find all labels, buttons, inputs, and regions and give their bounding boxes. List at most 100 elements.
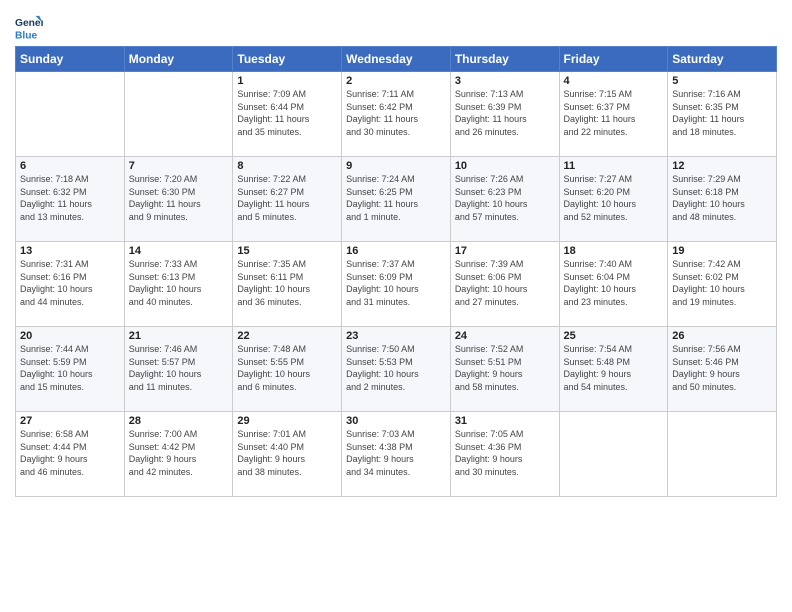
calendar-cell: 6Sunrise: 7:18 AM Sunset: 6:32 PM Daylig… — [16, 157, 125, 242]
day-number: 2 — [346, 75, 446, 87]
week-row-4: 20Sunrise: 7:44 AM Sunset: 5:59 PM Dayli… — [16, 327, 777, 412]
calendar-cell: 29Sunrise: 7:01 AM Sunset: 4:40 PM Dayli… — [233, 412, 342, 497]
day-number: 31 — [455, 415, 555, 427]
day-info: Sunrise: 7:56 AM Sunset: 5:46 PM Dayligh… — [672, 343, 772, 393]
day-number: 4 — [564, 75, 664, 87]
calendar-cell: 20Sunrise: 7:44 AM Sunset: 5:59 PM Dayli… — [16, 327, 125, 412]
day-number: 28 — [129, 415, 229, 427]
calendar-cell: 7Sunrise: 7:20 AM Sunset: 6:30 PM Daylig… — [124, 157, 233, 242]
day-info: Sunrise: 7:44 AM Sunset: 5:59 PM Dayligh… — [20, 343, 120, 393]
svg-text:General: General — [15, 18, 43, 29]
calendar-cell: 9Sunrise: 7:24 AM Sunset: 6:25 PM Daylig… — [342, 157, 451, 242]
day-info: Sunrise: 7:03 AM Sunset: 4:38 PM Dayligh… — [346, 428, 446, 478]
day-info: Sunrise: 7:33 AM Sunset: 6:13 PM Dayligh… — [129, 258, 229, 308]
col-header-wednesday: Wednesday — [342, 47, 451, 72]
day-number: 26 — [672, 330, 772, 342]
day-info: Sunrise: 7:37 AM Sunset: 6:09 PM Dayligh… — [346, 258, 446, 308]
week-row-2: 6Sunrise: 7:18 AM Sunset: 6:32 PM Daylig… — [16, 157, 777, 242]
day-info: Sunrise: 7:50 AM Sunset: 5:53 PM Dayligh… — [346, 343, 446, 393]
calendar-cell: 4Sunrise: 7:15 AM Sunset: 6:37 PM Daylig… — [559, 72, 668, 157]
week-row-3: 13Sunrise: 7:31 AM Sunset: 6:16 PM Dayli… — [16, 242, 777, 327]
day-info: Sunrise: 7:22 AM Sunset: 6:27 PM Dayligh… — [237, 173, 337, 223]
logo: General Blue — [15, 14, 47, 42]
day-number: 27 — [20, 415, 120, 427]
day-number: 16 — [346, 245, 446, 257]
day-number: 17 — [455, 245, 555, 257]
calendar-cell: 26Sunrise: 7:56 AM Sunset: 5:46 PM Dayli… — [668, 327, 777, 412]
day-number: 24 — [455, 330, 555, 342]
day-info: Sunrise: 7:31 AM Sunset: 6:16 PM Dayligh… — [20, 258, 120, 308]
calendar-cell: 10Sunrise: 7:26 AM Sunset: 6:23 PM Dayli… — [450, 157, 559, 242]
day-info: Sunrise: 7:09 AM Sunset: 6:44 PM Dayligh… — [237, 88, 337, 138]
calendar-cell: 11Sunrise: 7:27 AM Sunset: 6:20 PM Dayli… — [559, 157, 668, 242]
col-header-tuesday: Tuesday — [233, 47, 342, 72]
day-info: Sunrise: 7:13 AM Sunset: 6:39 PM Dayligh… — [455, 88, 555, 138]
col-header-sunday: Sunday — [16, 47, 125, 72]
day-number: 29 — [237, 415, 337, 427]
calendar-cell: 22Sunrise: 7:48 AM Sunset: 5:55 PM Dayli… — [233, 327, 342, 412]
day-number: 19 — [672, 245, 772, 257]
day-info: Sunrise: 7:20 AM Sunset: 6:30 PM Dayligh… — [129, 173, 229, 223]
calendar-cell: 17Sunrise: 7:39 AM Sunset: 6:06 PM Dayli… — [450, 242, 559, 327]
calendar-cell — [559, 412, 668, 497]
day-info: Sunrise: 7:39 AM Sunset: 6:06 PM Dayligh… — [455, 258, 555, 308]
week-row-1: 1Sunrise: 7:09 AM Sunset: 6:44 PM Daylig… — [16, 72, 777, 157]
calendar-cell: 25Sunrise: 7:54 AM Sunset: 5:48 PM Dayli… — [559, 327, 668, 412]
calendar-cell: 5Sunrise: 7:16 AM Sunset: 6:35 PM Daylig… — [668, 72, 777, 157]
day-number: 11 — [564, 160, 664, 172]
day-number: 8 — [237, 160, 337, 172]
day-number: 25 — [564, 330, 664, 342]
day-info: Sunrise: 7:42 AM Sunset: 6:02 PM Dayligh… — [672, 258, 772, 308]
day-number: 13 — [20, 245, 120, 257]
day-number: 3 — [455, 75, 555, 87]
day-number: 20 — [20, 330, 120, 342]
calendar-cell: 27Sunrise: 6:58 AM Sunset: 4:44 PM Dayli… — [16, 412, 125, 497]
day-info: Sunrise: 7:24 AM Sunset: 6:25 PM Dayligh… — [346, 173, 446, 223]
day-number: 5 — [672, 75, 772, 87]
day-info: Sunrise: 7:27 AM Sunset: 6:20 PM Dayligh… — [564, 173, 664, 223]
calendar-cell: 2Sunrise: 7:11 AM Sunset: 6:42 PM Daylig… — [342, 72, 451, 157]
col-header-monday: Monday — [124, 47, 233, 72]
day-number: 7 — [129, 160, 229, 172]
day-info: Sunrise: 7:46 AM Sunset: 5:57 PM Dayligh… — [129, 343, 229, 393]
day-info: Sunrise: 7:40 AM Sunset: 6:04 PM Dayligh… — [564, 258, 664, 308]
col-header-thursday: Thursday — [450, 47, 559, 72]
calendar-cell: 31Sunrise: 7:05 AM Sunset: 4:36 PM Dayli… — [450, 412, 559, 497]
day-number: 30 — [346, 415, 446, 427]
svg-text:Blue: Blue — [15, 30, 38, 41]
day-info: Sunrise: 7:00 AM Sunset: 4:42 PM Dayligh… — [129, 428, 229, 478]
day-number: 21 — [129, 330, 229, 342]
day-number: 9 — [346, 160, 446, 172]
calendar-cell: 8Sunrise: 7:22 AM Sunset: 6:27 PM Daylig… — [233, 157, 342, 242]
day-number: 6 — [20, 160, 120, 172]
col-header-saturday: Saturday — [668, 47, 777, 72]
day-number: 22 — [237, 330, 337, 342]
calendar-cell: 1Sunrise: 7:09 AM Sunset: 6:44 PM Daylig… — [233, 72, 342, 157]
day-info: Sunrise: 7:15 AM Sunset: 6:37 PM Dayligh… — [564, 88, 664, 138]
calendar-cell: 14Sunrise: 7:33 AM Sunset: 6:13 PM Dayli… — [124, 242, 233, 327]
calendar-cell — [124, 72, 233, 157]
calendar-cell: 23Sunrise: 7:50 AM Sunset: 5:53 PM Dayli… — [342, 327, 451, 412]
day-info: Sunrise: 7:26 AM Sunset: 6:23 PM Dayligh… — [455, 173, 555, 223]
calendar-cell: 15Sunrise: 7:35 AM Sunset: 6:11 PM Dayli… — [233, 242, 342, 327]
day-number: 23 — [346, 330, 446, 342]
week-row-5: 27Sunrise: 6:58 AM Sunset: 4:44 PM Dayli… — [16, 412, 777, 497]
day-info: Sunrise: 7:05 AM Sunset: 4:36 PM Dayligh… — [455, 428, 555, 478]
calendar-header: SundayMondayTuesdayWednesdayThursdayFrid… — [16, 47, 777, 72]
day-number: 10 — [455, 160, 555, 172]
calendar-cell: 3Sunrise: 7:13 AM Sunset: 6:39 PM Daylig… — [450, 72, 559, 157]
day-info: Sunrise: 7:52 AM Sunset: 5:51 PM Dayligh… — [455, 343, 555, 393]
day-number: 15 — [237, 245, 337, 257]
day-number: 1 — [237, 75, 337, 87]
calendar-cell: 16Sunrise: 7:37 AM Sunset: 6:09 PM Dayli… — [342, 242, 451, 327]
day-info: Sunrise: 7:29 AM Sunset: 6:18 PM Dayligh… — [672, 173, 772, 223]
day-info: Sunrise: 7:35 AM Sunset: 6:11 PM Dayligh… — [237, 258, 337, 308]
calendar-cell: 28Sunrise: 7:00 AM Sunset: 4:42 PM Dayli… — [124, 412, 233, 497]
calendar-cell: 24Sunrise: 7:52 AM Sunset: 5:51 PM Dayli… — [450, 327, 559, 412]
day-info: Sunrise: 7:16 AM Sunset: 6:35 PM Dayligh… — [672, 88, 772, 138]
day-info: Sunrise: 7:01 AM Sunset: 4:40 PM Dayligh… — [237, 428, 337, 478]
calendar-cell — [16, 72, 125, 157]
calendar-cell: 30Sunrise: 7:03 AM Sunset: 4:38 PM Dayli… — [342, 412, 451, 497]
calendar: SundayMondayTuesdayWednesdayThursdayFrid… — [15, 46, 777, 497]
day-info: Sunrise: 7:48 AM Sunset: 5:55 PM Dayligh… — [237, 343, 337, 393]
